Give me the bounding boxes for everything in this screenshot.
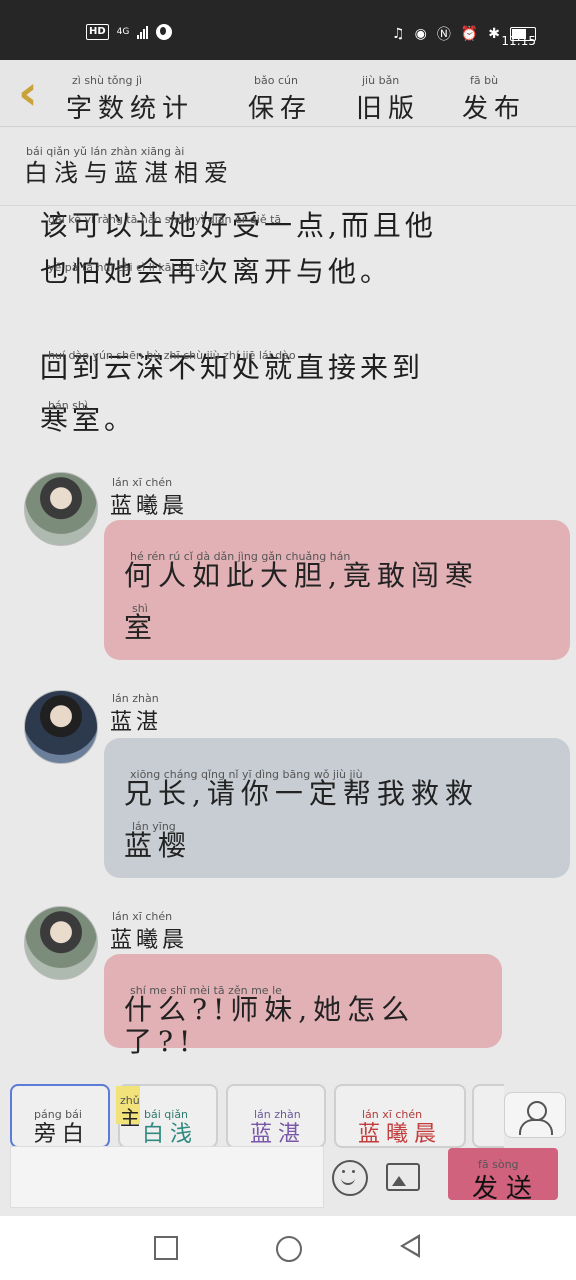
status-left: HD 4G <box>86 24 173 40</box>
chip-narrator[interactable]: páng bái 旁白 <box>10 1084 110 1148</box>
chip-baiqian[interactable]: zhǔ 主 bái qiǎn 白浅 <box>116 1084 218 1148</box>
nfc-icon: Ⓝ <box>436 27 451 43</box>
old-version-button[interactable]: jiù bǎn 旧版 <box>356 74 421 125</box>
story-p2-line2: 寒室。 <box>40 403 137 436</box>
story-paragraph-2: huí dào yún shēn bù zhī chù jiù zhí jiē … <box>40 342 424 436</box>
publish-pinyin: fā bù <box>470 74 499 87</box>
message-author: lán xī chén 蓝曦晨 <box>110 476 188 520</box>
message-bubble[interactable]: xiōng cháng qǐng nǐ yī dìng bāng wǒ jiù … <box>104 738 570 878</box>
recent-apps-button[interactable] <box>154 1236 178 1260</box>
bubble-pinyin-1: hé rén rú cǐ dà dǎn jìng gǎn chuǎng hán <box>130 550 351 563</box>
author-pinyin: lán xī chén <box>112 910 173 923</box>
word-count-pinyin: zì shù tǒng jì <box>72 74 143 87</box>
top-toolbar: ‹ zì shù tǒng jì 字数统计 bǎo cún 保存 jiù bǎn… <box>0 60 576 127</box>
message-author: lán zhàn 蓝湛 <box>110 692 162 736</box>
bubble-text-1: 何人如此大胆,竟敢闯寒 <box>124 559 479 592</box>
bubble-text-1: 什么?!师妹,她怎么了?! <box>124 993 416 1058</box>
headphones-icon: ♫ <box>392 26 405 42</box>
story-p2-pinyin-2: hán shì <box>48 399 88 412</box>
author-name: 蓝曦晨 <box>110 928 189 953</box>
image-icon[interactable] <box>386 1163 420 1191</box>
word-count-button[interactable]: zì shù tǒng jì 字数统计 <box>66 74 195 125</box>
story-body: gāi kě yǐ ràng tā hǎo shòu yì diǎn ér qi… <box>40 206 437 288</box>
system-nav-bar <box>0 1216 576 1280</box>
save-label: 保存 <box>248 94 313 124</box>
story-p2-pinyin: huí dào yún shēn bù zhī chù jiù zhí jiē … <box>48 349 296 362</box>
home-button[interactable] <box>276 1236 302 1262</box>
publish-button[interactable]: fā bù 发布 <box>462 74 527 125</box>
word-count-label: 字数统计 <box>66 94 195 124</box>
author-name: 蓝湛 <box>110 710 163 735</box>
person-icon <box>519 1119 553 1135</box>
profile-button[interactable] <box>504 1092 566 1138</box>
globe-icon <box>156 24 173 40</box>
author-pinyin: lán zhàn <box>112 692 159 705</box>
emoji-icon[interactable] <box>332 1160 368 1196</box>
chip-label: 旁白 <box>34 1122 91 1147</box>
bluetooth-icon: ✱ <box>488 26 500 42</box>
save-pinyin: bǎo cún <box>254 74 298 87</box>
story-partial-pinyin: gāi kě yǐ ràng tā hǎo shòu yì diǎn ér qi… <box>48 213 282 226</box>
message-bubble[interactable]: hé rén rú cǐ dà dǎn jìng gǎn chuǎng hán … <box>104 520 570 660</box>
bubble-pinyin-1: xiōng cháng qǐng nǐ yī dìng bāng wǒ jiù … <box>130 768 363 781</box>
bubble-text-2: 蓝樱 <box>124 829 193 862</box>
publish-label: 发布 <box>462 94 527 124</box>
save-button[interactable]: bǎo cún 保存 <box>248 74 313 125</box>
story-line-2-pinyin: yě pà tā huì zài cì lí kāi yǔ tā <box>48 261 207 274</box>
chip-lanzhan[interactable]: lán zhàn 蓝湛 <box>226 1084 326 1148</box>
role-chip-row: páng bái 旁白 zhǔ 主 bái qiǎn 白浅 lán zhàn 蓝… <box>0 1080 576 1152</box>
alarm-icon: ⏰ <box>460 26 479 42</box>
old-version-label: 旧版 <box>356 94 421 124</box>
bubble-pinyin-1: shí me shī mèi tā zěn me le <box>130 984 282 997</box>
chip-lanxichen[interactable]: lán xī chén 蓝曦晨 <box>334 1084 466 1148</box>
bubble-pinyin-2: shì <box>132 602 148 615</box>
person-icon <box>527 1101 547 1121</box>
avatar[interactable] <box>24 906 98 980</box>
back-button[interactable]: ‹ <box>18 69 58 117</box>
old-version-pinyin: jiù bǎn <box>362 74 400 87</box>
network-type: 4G <box>116 27 130 37</box>
chip-partial[interactable] <box>472 1084 504 1148</box>
author-name: 蓝曦晨 <box>110 494 189 519</box>
story-title: 白浅与蓝湛相爱 <box>24 159 234 187</box>
clock: 11:15 <box>501 34 536 48</box>
chip-label: 蓝曦晨 <box>358 1122 443 1147</box>
back-nav-button[interactable] <box>400 1234 420 1258</box>
avatar[interactable] <box>24 472 98 546</box>
eye-icon: ◉ <box>414 26 427 42</box>
bubble-text-1: 兄长,请你一定帮我救救 <box>124 777 479 810</box>
hd-badge: HD <box>86 24 109 40</box>
bubble-text-2: 室 <box>124 611 159 644</box>
story-title-bar[interactable]: bái qiǎn yǔ lán zhàn xiāng ài 白浅与蓝湛相爱 <box>0 127 576 206</box>
status-bar: HD 4G ♫ ◉ Ⓝ ⏰ ✱ 11:15 <box>0 0 576 60</box>
chip-label: 蓝湛 <box>250 1122 307 1147</box>
bubble-pinyin-2: lán yīng <box>132 820 176 833</box>
author-pinyin: lán xī chén <box>112 476 173 489</box>
avatar[interactable] <box>24 690 98 764</box>
message-author: lán xī chén 蓝曦晨 <box>110 910 188 954</box>
story-line-2-block: yě pà tā huì zài cì lí kāi yǔ tā 也怕她会再次离… <box>40 256 437 288</box>
send-label: 发送 <box>472 1174 541 1204</box>
signal-icon <box>137 25 149 39</box>
message-bubble[interactable]: shí me shī mèi tā zěn me le 什么?!师妹,她怎么了?… <box>104 954 502 1058</box>
message-input[interactable] <box>10 1146 324 1208</box>
send-button[interactable]: fā sòng 发送 <box>448 1148 558 1204</box>
chip-label: 白浅 <box>142 1122 199 1147</box>
